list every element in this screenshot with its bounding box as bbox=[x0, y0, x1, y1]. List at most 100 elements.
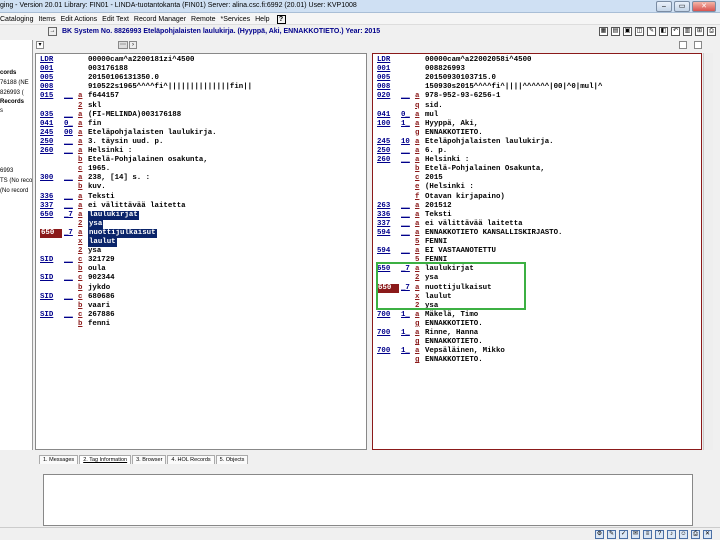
grid-icon[interactable]: ▥ bbox=[683, 27, 692, 36]
marc-value[interactable]: 00000cam^a2200181zi^4500 bbox=[88, 56, 194, 65]
marc-value[interactable]: Mäkelä, Timo bbox=[425, 311, 478, 320]
marc-value[interactable]: ysa bbox=[88, 219, 104, 229]
marc-value[interactable]: nuottijulkaisut bbox=[88, 228, 157, 238]
marc-value[interactable]: Otavan kirjapaino) bbox=[425, 193, 505, 202]
marc-value[interactable]: 008826993 bbox=[425, 65, 465, 74]
marc-value[interactable]: 680686 bbox=[88, 293, 115, 302]
expand-icon[interactable]: ⊞ bbox=[695, 27, 704, 36]
split-icon[interactable]: ◫ bbox=[635, 27, 644, 36]
help-icon[interactable]: ? bbox=[276, 14, 286, 24]
vertical-scrollbar[interactable] bbox=[703, 53, 713, 450]
tab-messages[interactable]: 1. Messages bbox=[39, 455, 79, 464]
copy-icon[interactable]: ▣ bbox=[623, 27, 632, 36]
tab-tag-information[interactable]: 2. Tag Information bbox=[79, 455, 132, 464]
marc-value[interactable]: Eteläpohjalaisten laulukirja. bbox=[88, 129, 217, 138]
marc-value[interactable]: EI VASTAANOTETTU bbox=[425, 247, 496, 256]
arrow-right-icon[interactable]: › bbox=[129, 41, 137, 49]
marc-value[interactable]: Etelä-Pohjalainen Osakunta, bbox=[425, 165, 545, 174]
marc-value[interactable]: ei välittävää laitetta bbox=[425, 220, 523, 229]
marc-value[interactable]: 1965. bbox=[88, 165, 110, 174]
marc-value[interactable]: 3. täysin uud. p. bbox=[88, 138, 163, 147]
nav-item[interactable]: TS (No reco bbox=[0, 177, 32, 185]
minimize-button[interactable]: – bbox=[656, 1, 672, 12]
marc-value[interactable]: 20150106131350.0 bbox=[88, 74, 159, 83]
print-icon[interactable]: ⎙ bbox=[707, 27, 716, 36]
marc-value[interactable]: vaari bbox=[88, 302, 110, 311]
marc-value[interactable]: 267886 bbox=[88, 311, 115, 320]
marc-value[interactable]: ENNAKKOTIETO. bbox=[425, 320, 483, 329]
nav-item[interactable]: 6993 bbox=[0, 167, 13, 175]
close-button[interactable]: ✕ bbox=[692, 1, 716, 12]
panel-toggle-icon-2[interactable] bbox=[694, 41, 702, 49]
menu-services[interactable]: *Services bbox=[221, 16, 256, 23]
marc-value[interactable]: 978-952-93-6256-1 bbox=[425, 92, 500, 101]
nav-item[interactable]: Records bbox=[0, 98, 24, 106]
print-status-icon[interactable]: ⎙ bbox=[691, 530, 700, 539]
doc-icon[interactable]: ▤ bbox=[611, 27, 620, 36]
marc-value[interactable]: laulut bbox=[88, 238, 117, 247]
nav-item[interactable]: 826993 ( bbox=[0, 89, 24, 97]
settings-icon[interactable]: ⚙ bbox=[595, 530, 604, 539]
marc-value[interactable]: ysa bbox=[88, 247, 101, 256]
record-pane-left[interactable]: LDR 00000cam^a2200181zi^4500 001 003176188 0… bbox=[35, 53, 367, 450]
nav-item[interactable]: cords bbox=[0, 69, 16, 77]
marc-value[interactable]: sid. bbox=[425, 102, 443, 111]
menu-cataloging[interactable]: Cataloging bbox=[0, 16, 38, 23]
marc-value[interactable]: Teksti bbox=[88, 193, 115, 202]
lookup-icon[interactable]: ⋯ bbox=[118, 41, 128, 49]
record-nav-icon[interactable]: → bbox=[48, 27, 57, 36]
marc-value[interactable]: 20150930103715.0 bbox=[425, 74, 496, 83]
marc-value[interactable]: ei välittävää laitetta bbox=[88, 202, 186, 211]
marc-value[interactable]: mul bbox=[425, 111, 438, 120]
tab-objects[interactable]: 5. Objects bbox=[215, 455, 249, 464]
marc-value[interactable]: Helsinki : bbox=[425, 156, 469, 165]
check-icon[interactable]: ✓ bbox=[619, 530, 628, 539]
marc-value[interactable]: Vepsäläinen, Mikko bbox=[425, 347, 505, 356]
lock-icon[interactable]: ◧ bbox=[659, 27, 668, 36]
nav-item[interactable]: (No record bbox=[0, 187, 28, 195]
marc-value[interactable]: 910522s1965^^^^fi^||||||||||||||fin|| bbox=[88, 83, 252, 92]
nav-item[interactable]: s bbox=[0, 107, 3, 115]
marc-value[interactable]: FENNI bbox=[425, 238, 447, 247]
marc-value[interactable]: ENNAKKOTIETO KANSALLISKIRJASTO. bbox=[425, 229, 563, 238]
tab-browser[interactable]: 3. Browser bbox=[132, 455, 167, 464]
marc-value[interactable]: f644157 bbox=[88, 92, 119, 101]
marc-value[interactable]: 902344 bbox=[88, 274, 115, 283]
mail-icon[interactable]: ✉ bbox=[631, 530, 640, 539]
marc-value[interactable]: 150930s2015^^^^fi^||||^^^^^^|00|^0|mul|^ bbox=[425, 83, 602, 92]
marc-value[interactable]: laulukirjat bbox=[88, 210, 139, 220]
dropdown-arrow-icon[interactable]: ▾ bbox=[36, 41, 44, 49]
marc-value[interactable]: Hyyppä, Aki, bbox=[425, 120, 478, 129]
marc-value[interactable]: Eteläpohjalaisten laulukirja. bbox=[425, 138, 554, 147]
exit-icon[interactable]: ✕ bbox=[703, 530, 712, 539]
tab-hol-records[interactable]: 4. HOL Records bbox=[167, 455, 215, 464]
record-pane-right[interactable]: LDR 00000cam^a22002058i^4500 001 008826993 0… bbox=[372, 53, 702, 450]
marc-value[interactable]: ENNAKKOTIETO. bbox=[425, 129, 483, 138]
info-icon[interactable]: ? bbox=[655, 530, 664, 539]
panel-toggle-icon[interactable] bbox=[679, 41, 687, 49]
pen-icon[interactable]: ✎ bbox=[607, 530, 616, 539]
menu-edit-actions[interactable]: Edit Actions bbox=[61, 16, 103, 23]
marc-value[interactable]: 321729 bbox=[88, 256, 115, 265]
marc-value[interactable]: (Helsinki : bbox=[425, 183, 474, 192]
menu-help[interactable]: Help bbox=[255, 16, 274, 23]
menu-remote[interactable]: Remote bbox=[191, 16, 221, 23]
marc-value[interactable]: jykdo bbox=[88, 284, 110, 293]
marc-value[interactable]: 2015 bbox=[425, 174, 443, 183]
bell-icon[interactable]: ♪ bbox=[667, 530, 676, 539]
marc-value[interactable]: 238, [14] s. : bbox=[88, 174, 150, 183]
marc-value[interactable]: fenni bbox=[88, 320, 110, 329]
nav-item[interactable]: 76188 (NE bbox=[0, 79, 29, 87]
marc-value[interactable]: 003176188 bbox=[88, 65, 128, 74]
marc-value[interactable]: 6. p. bbox=[425, 147, 447, 156]
marc-value[interactable]: ENNAKKOTIETO. bbox=[425, 356, 483, 365]
save-icon[interactable]: ▦ bbox=[599, 27, 608, 36]
marc-value[interactable]: Teksti bbox=[425, 211, 452, 220]
menu-items[interactable]: Items bbox=[38, 16, 60, 23]
restore-button[interactable]: ▭ bbox=[674, 1, 690, 12]
edit-icon[interactable]: ✎ bbox=[647, 27, 656, 36]
undo-icon[interactable]: ↶ bbox=[671, 27, 680, 36]
marc-value[interactable]: Etelä-Pohjalainen osakunta, bbox=[88, 156, 208, 165]
list-icon[interactable]: ≡ bbox=[643, 530, 652, 539]
message-area[interactable] bbox=[43, 474, 693, 526]
